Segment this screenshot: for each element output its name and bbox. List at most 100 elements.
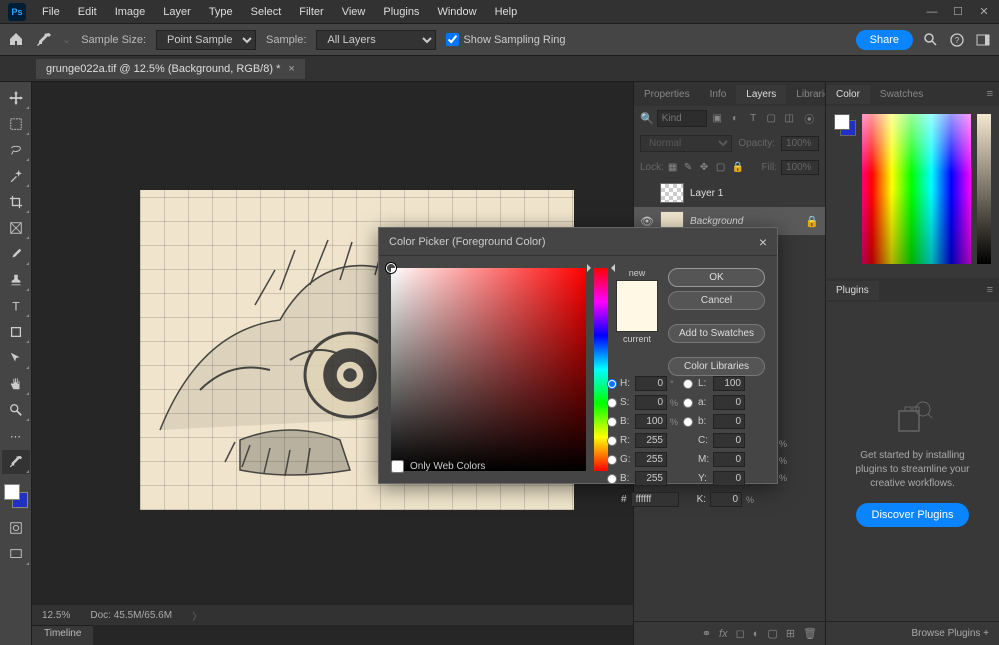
y-input[interactable] <box>713 471 745 486</box>
current-color-swatch[interactable] <box>617 306 657 331</box>
color-libraries-button[interactable]: Color Libraries <box>668 357 765 376</box>
help-icon[interactable]: ? <box>949 32 965 48</box>
crop-tool[interactable] <box>2 190 30 214</box>
quickmask-tool[interactable] <box>2 516 30 540</box>
panel-fg-swatch[interactable] <box>834 114 850 130</box>
menu-select[interactable]: Select <box>243 4 290 20</box>
lab-b-input[interactable] <box>713 414 745 429</box>
fill-input[interactable] <box>781 160 819 175</box>
browse-plugins-link[interactable]: Browse Plugins + <box>826 621 999 645</box>
maximize-button[interactable]: ☐ <box>951 5 965 19</box>
trash-icon[interactable]: 🗑 <box>803 627 817 640</box>
sv-picker[interactable] <box>391 268 586 471</box>
only-web-checkbox[interactable] <box>391 460 404 473</box>
zoom-tool[interactable] <box>2 398 30 422</box>
workspace-icon[interactable] <box>975 32 991 48</box>
layer-row[interactable]: Layer 1 <box>634 179 825 207</box>
layer-name-label[interactable]: Layer 1 <box>690 188 723 199</box>
share-button[interactable]: Share <box>856 30 913 50</box>
panel-menu-icon[interactable]: ≡ <box>981 88 999 100</box>
discover-plugins-button[interactable]: Discover Plugins <box>856 503 970 527</box>
panel-color-swatches[interactable] <box>834 114 856 136</box>
mask-icon[interactable]: ◻ <box>736 627 745 640</box>
r-input[interactable] <box>635 433 667 448</box>
a-radio[interactable] <box>683 398 693 408</box>
tab-plugins[interactable]: Plugins <box>826 281 879 300</box>
show-sampling-ring-checkbox[interactable] <box>446 33 459 46</box>
document-tab[interactable]: grunge022a.tif @ 12.5% (Background, RGB/… <box>36 59 305 79</box>
menu-view[interactable]: View <box>334 4 374 20</box>
l-radio[interactable] <box>683 379 693 389</box>
folder-icon[interactable]: ▢ <box>767 627 777 640</box>
type-tool[interactable]: T <box>2 294 30 318</box>
blend-mode-select[interactable]: Normal <box>640 135 732 152</box>
lab-b-radio[interactable] <box>683 417 693 427</box>
frame-tool[interactable] <box>2 216 30 240</box>
shape-tool[interactable] <box>2 320 30 344</box>
tab-swatches[interactable]: Swatches <box>870 85 933 104</box>
dialog-titlebar[interactable]: Color Picker (Foreground Color) × <box>379 228 777 256</box>
lock-nest-icon[interactable]: ▢ <box>716 162 728 174</box>
layer-filter-input[interactable] <box>657 110 707 127</box>
timeline-tab[interactable]: Timeline <box>32 625 93 645</box>
bv-input[interactable] <box>635 471 667 486</box>
a-input[interactable] <box>713 395 745 410</box>
h-input[interactable] <box>635 376 667 391</box>
wand-tool[interactable] <box>2 164 30 188</box>
g-radio[interactable] <box>607 455 617 465</box>
layer-visibility-icon[interactable]: 👁 <box>640 215 654 228</box>
r-radio[interactable] <box>607 436 617 446</box>
tab-layers[interactable]: Layers <box>736 85 786 104</box>
add-swatches-button[interactable]: Add to Swatches <box>668 324 765 343</box>
menu-type[interactable]: Type <box>201 4 241 20</box>
edit-toolbar[interactable]: ⋯ <box>2 424 30 448</box>
filter-smart-icon[interactable]: ◫ <box>782 111 797 126</box>
layer-name-label[interactable]: Background <box>690 216 743 227</box>
bv-radio[interactable] <box>607 474 617 484</box>
k-input[interactable] <box>710 492 742 507</box>
sample-select[interactable]: All Layers <box>316 30 436 50</box>
menu-plugins[interactable]: Plugins <box>375 4 427 20</box>
lock-all-icon[interactable]: 🔒 <box>732 162 744 174</box>
path-tool[interactable] <box>2 346 30 370</box>
menu-image[interactable]: Image <box>107 4 154 20</box>
link-icon[interactable]: ⚭ <box>702 627 711 640</box>
adjust-icon[interactable]: ◐ <box>753 628 760 640</box>
m-input[interactable] <box>713 452 745 467</box>
h-radio[interactable] <box>607 379 617 389</box>
zoom-level[interactable]: 12.5% <box>42 610 70 621</box>
hue-thumb[interactable] <box>591 266 611 270</box>
menu-file[interactable]: File <box>34 4 68 20</box>
l-input[interactable] <box>713 376 745 391</box>
fx-icon[interactable]: fx <box>719 628 728 640</box>
foreground-color-swatch[interactable] <box>4 484 20 500</box>
minimize-button[interactable]: — <box>925 5 939 19</box>
menu-edit[interactable]: Edit <box>70 4 105 20</box>
menu-help[interactable]: Help <box>487 4 526 20</box>
menu-window[interactable]: Window <box>429 4 484 20</box>
lock-trans-icon[interactable]: ▦ <box>668 162 680 174</box>
dialog-close-icon[interactable]: × <box>759 234 767 250</box>
close-button[interactable]: ✕ <box>977 5 991 19</box>
color-spectrum[interactable] <box>862 114 971 264</box>
marquee-tool[interactable] <box>2 112 30 136</box>
filter-toggle-icon[interactable]: ⦿ <box>802 111 817 126</box>
sample-size-select[interactable]: Point Sample <box>156 30 256 50</box>
menu-filter[interactable]: Filter <box>291 4 331 20</box>
tab-info[interactable]: Info <box>700 85 737 104</box>
brightness-strip[interactable] <box>977 114 991 264</box>
hue-slider[interactable] <box>594 268 608 471</box>
hex-input[interactable] <box>631 492 679 507</box>
tab-color[interactable]: Color <box>826 85 870 104</box>
s-radio[interactable] <box>607 398 617 408</box>
brush-tool[interactable] <box>2 242 30 266</box>
hand-tool[interactable] <box>2 372 30 396</box>
eyedropper-tool[interactable] <box>2 450 30 474</box>
move-tool[interactable] <box>2 86 30 110</box>
g-input[interactable] <box>635 452 667 467</box>
screenmode-tool[interactable] <box>2 542 30 566</box>
menu-layer[interactable]: Layer <box>155 4 199 20</box>
panel-menu-icon[interactable]: ≡ <box>981 284 999 296</box>
ok-button[interactable]: OK <box>668 268 765 287</box>
tab-properties[interactable]: Properties <box>634 85 700 104</box>
